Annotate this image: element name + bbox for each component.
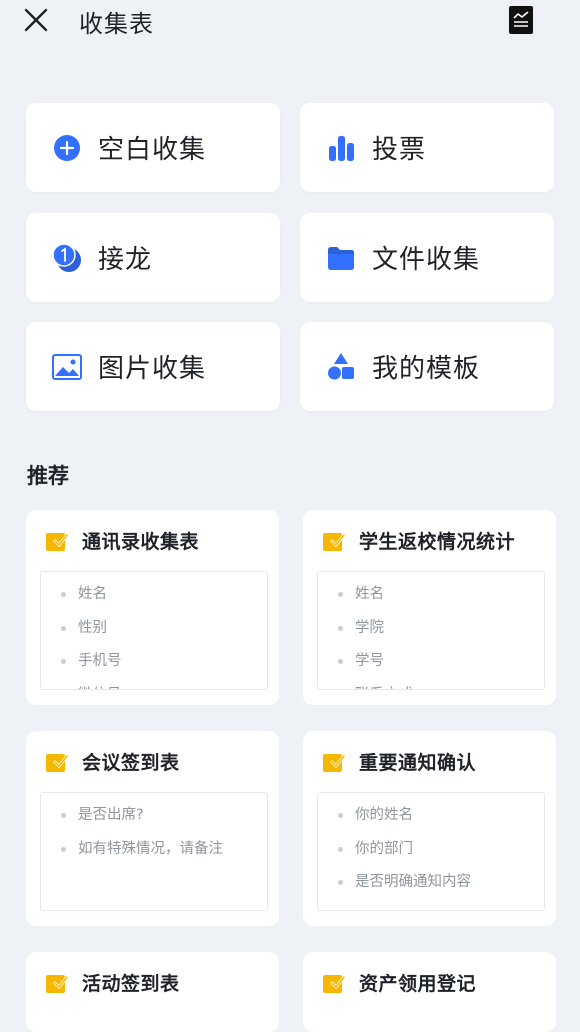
tile-image-collect[interactable]: 图片收集 [26, 322, 280, 411]
tile-label: 投票 [372, 135, 427, 165]
field-preview: 姓名 学院 学号 联系方式 [317, 571, 545, 690]
field-preview: 是否出席? 如有特殊情况，请备注 [40, 792, 268, 911]
checkbox-doc-icon [46, 754, 68, 772]
tile-my-templates[interactable]: 我的模板 [300, 322, 554, 411]
tile-vote[interactable]: 投票 [300, 103, 554, 192]
card-title: 通讯录收集表 [82, 531, 200, 553]
tile-file-collect[interactable]: 文件收集 [300, 213, 554, 302]
plus-circle-icon [54, 135, 80, 161]
field-preview: 姓名 性别 手机号 微信号 [40, 571, 268, 690]
field-item: 是否明确通知内容 [318, 866, 544, 900]
checkbox-doc-icon [46, 975, 68, 993]
field-preview: 你的姓名 你的部门 是否明确通知内容 [317, 792, 545, 911]
checkbox-doc-icon [323, 975, 345, 993]
card-title: 学生返校情况统计 [359, 531, 516, 553]
template-card-event-signin[interactable]: 活动签到表 [26, 952, 279, 1032]
field-item: 姓名 [318, 578, 544, 612]
checkbox-doc-icon [46, 533, 68, 551]
tile-label: 空白收集 [98, 135, 207, 165]
field-item: 你的部门 [318, 833, 544, 867]
field-item: 性别 [41, 612, 267, 646]
template-card-contacts[interactable]: 通讯录收集表 姓名 性别 手机号 微信号 [26, 510, 279, 705]
field-item: 你的姓名 [318, 799, 544, 833]
tile-label: 接龙 [98, 245, 153, 275]
page-title: 收集表 [79, 10, 154, 38]
field-item: 联系方式 [318, 679, 544, 690]
field-item: 是否出席? [41, 799, 267, 833]
shapes-icon [328, 353, 354, 380]
field-item: 如有特殊情况，请备注 [41, 833, 267, 867]
tile-label: 文件收集 [372, 245, 481, 275]
template-card-meeting-signin[interactable]: 会议签到表 是否出席? 如有特殊情况，请备注 [26, 731, 279, 926]
top-bar: 收集表 [0, 0, 580, 44]
tile-label: 我的模板 [372, 354, 481, 384]
image-icon [52, 354, 82, 380]
field-item: 手机号 [41, 645, 267, 679]
folder-icon [328, 247, 354, 270]
relay-icon [52, 243, 81, 272]
checkbox-doc-icon [323, 754, 345, 772]
recommend-section-title: 推荐 [27, 464, 69, 488]
tile-blank-collect[interactable]: 空白收集 [26, 103, 280, 192]
template-card-asset-register[interactable]: 资产领用登记 [303, 952, 556, 1032]
field-item: 学号 [318, 645, 544, 679]
card-title: 会议签到表 [82, 752, 180, 774]
close-icon[interactable] [22, 6, 50, 34]
card-title: 重要通知确认 [359, 752, 477, 774]
field-item: 学院 [318, 612, 544, 646]
card-title: 资产领用登记 [359, 973, 477, 995]
card-title: 活动签到表 [82, 973, 180, 995]
field-item: 姓名 [41, 578, 267, 612]
tile-relay[interactable]: 接龙 [26, 213, 280, 302]
template-card-student-return[interactable]: 学生返校情况统计 姓名 学院 学号 联系方式 [303, 510, 556, 705]
field-item: 微信号 [41, 679, 267, 690]
bar-chart-icon [329, 136, 354, 161]
template-card-notice-confirm[interactable]: 重要通知确认 你的姓名 你的部门 是否明确通知内容 [303, 731, 556, 926]
tile-label: 图片收集 [98, 354, 207, 384]
checkbox-doc-icon [323, 533, 345, 551]
chart-icon[interactable] [509, 6, 533, 34]
